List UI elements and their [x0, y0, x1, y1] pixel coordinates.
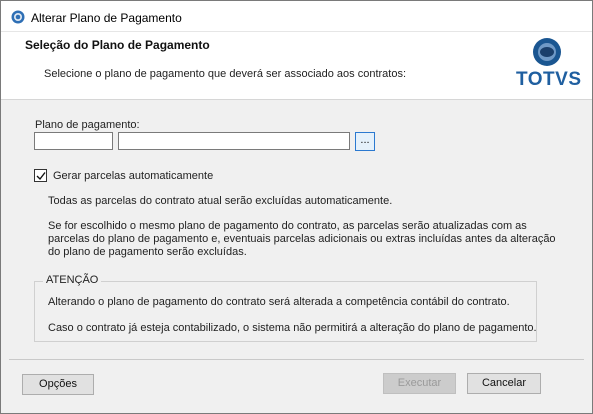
totvs-logo-text: TOTVS: [516, 69, 582, 90]
attention-title: ATENÇÃO: [43, 274, 102, 286]
plan-code-input[interactable]: [34, 132, 113, 150]
auto-generate-checkbox[interactable]: [34, 169, 47, 182]
footer-divider: [9, 359, 584, 360]
attention-group: ATENÇÃO Alterando o plano de pagamento d…: [34, 274, 537, 342]
attention-line-competence: Alterando o plano de pagamento do contra…: [48, 296, 510, 308]
options-button[interactable]: Opções: [22, 374, 94, 395]
attention-line-accounted: Caso o contrato já esteja contabilizado,…: [48, 322, 537, 334]
header-panel: Seleção do Plano de Pagamento Selecione …: [1, 31, 592, 100]
info-text-delete: Todas as parcelas do contrato atual serã…: [48, 195, 393, 207]
checkmark-icon: [36, 172, 46, 181]
info-text-update: Se for escolhido o mesmo plano de pagame…: [48, 220, 556, 258]
auto-generate-label[interactable]: Gerar parcelas automaticamente: [53, 170, 213, 182]
app-icon: [11, 10, 25, 24]
page-subtitle: Selecione o plano de pagamento que dever…: [44, 68, 407, 80]
dialog-window: Alterar Plano de Pagamento Seleção do Pl…: [0, 0, 593, 414]
window-title: Alterar Plano de Pagamento: [31, 11, 182, 25]
cancel-button[interactable]: Cancelar: [467, 373, 541, 394]
page-title: Seleção do Plano de Pagamento: [25, 38, 210, 52]
execute-button[interactable]: Executar: [383, 373, 456, 394]
plan-label: Plano de pagamento:: [35, 119, 140, 131]
plan-lookup-button[interactable]: ...: [355, 132, 375, 151]
plan-description-input[interactable]: [118, 132, 350, 150]
totvs-logo-icon: [533, 38, 561, 66]
title-bar: Alterar Plano de Pagamento: [1, 1, 592, 31]
